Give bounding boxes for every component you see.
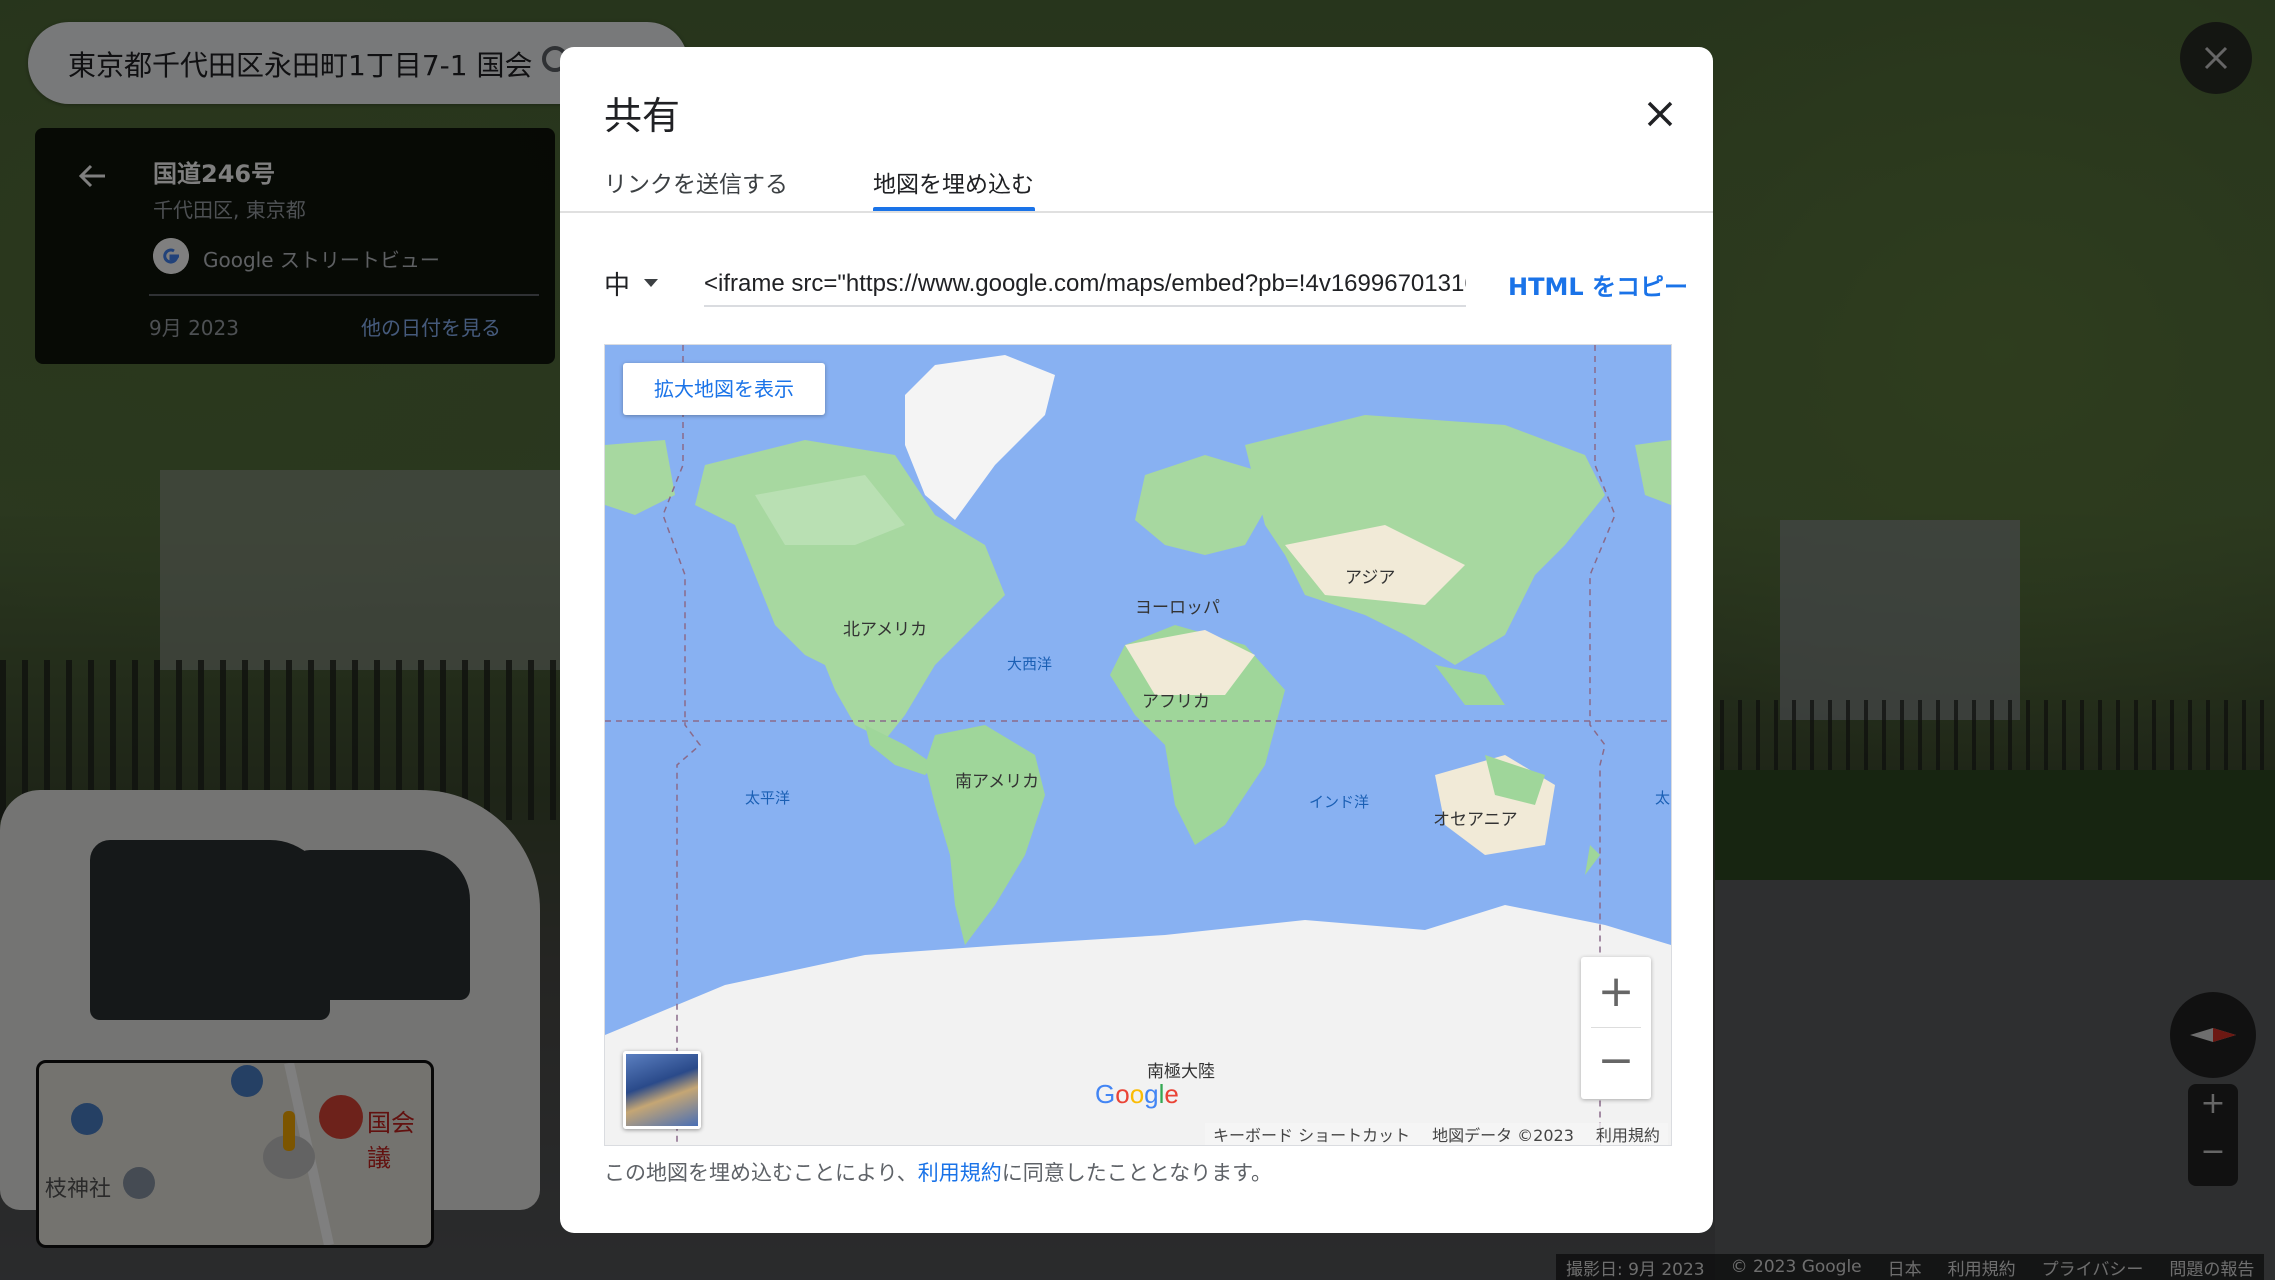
label-atlantic: 大西洋 xyxy=(1007,655,1053,673)
size-select[interactable]: 中 xyxy=(604,265,630,302)
zoom-in-button[interactable]: + xyxy=(1581,957,1651,1027)
embed-code-field[interactable] xyxy=(704,263,1466,307)
zoom-out-button[interactable]: − xyxy=(1581,1029,1651,1099)
terms-link[interactable]: 利用規約 xyxy=(918,1161,1002,1185)
map-attribution: キーボード ショートカット 地図データ ©2023 利用規約 xyxy=(1205,1123,1668,1145)
dropdown-caret-icon[interactable] xyxy=(644,279,658,287)
tab-divider xyxy=(560,211,1713,213)
google-logo: Google xyxy=(1095,1079,1179,1109)
dialog-title: 共有 xyxy=(604,94,681,138)
tab-send-link[interactable]: リンクを送信する xyxy=(604,165,788,199)
terms-prefix: この地図を埋め込むことにより、 xyxy=(604,1161,918,1185)
label-north-america: 北アメリカ xyxy=(843,620,928,640)
street-view-thumbnail[interactable] xyxy=(623,1051,701,1129)
label-asia: アジア xyxy=(1345,568,1396,588)
label-oceania: オセアニア xyxy=(1433,810,1518,830)
map-terms-link[interactable]: 利用規約 xyxy=(1596,1122,1660,1145)
share-dialog: 共有 リンクを送信する 地図を埋め込む 中 HTML をコピー xyxy=(560,47,1713,1233)
map-zoom-control: + − xyxy=(1581,957,1651,1099)
label-pacific: 太平洋 xyxy=(745,789,791,807)
label-south-america: 南アメリカ xyxy=(955,772,1040,792)
label-africa: アフリカ xyxy=(1142,692,1210,712)
terms-suffix: に同意したこととなります。 xyxy=(1001,1161,1273,1185)
tab-embed-map[interactable]: 地図を埋め込む xyxy=(873,165,1034,199)
copy-html-button[interactable]: HTML をコピー xyxy=(1508,267,1688,302)
zoom-divider xyxy=(1591,1027,1641,1028)
keyboard-shortcuts-link[interactable]: キーボード ショートカット xyxy=(1213,1122,1410,1145)
view-larger-map-button[interactable]: 拡大地図を表示 xyxy=(623,363,825,415)
label-indian: インド洋 xyxy=(1309,793,1370,811)
world-map xyxy=(605,345,1671,1145)
embed-terms-notice: この地図を埋め込むことにより、利用規約に同意したこととなります。 xyxy=(604,1157,1272,1187)
close-icon[interactable] xyxy=(1635,89,1685,139)
label-europe: ヨーロッパ xyxy=(1135,598,1220,618)
map-data-credit: 地図データ ©2023 xyxy=(1432,1126,1574,1145)
embedded-map-preview[interactable]: 拡大地図を表示 北アメリカ ヨーロッパ アジア アフリカ 南アメリカ オセアニア… xyxy=(604,344,1672,1146)
label-pacific-edge: 太 xyxy=(1655,789,1671,807)
